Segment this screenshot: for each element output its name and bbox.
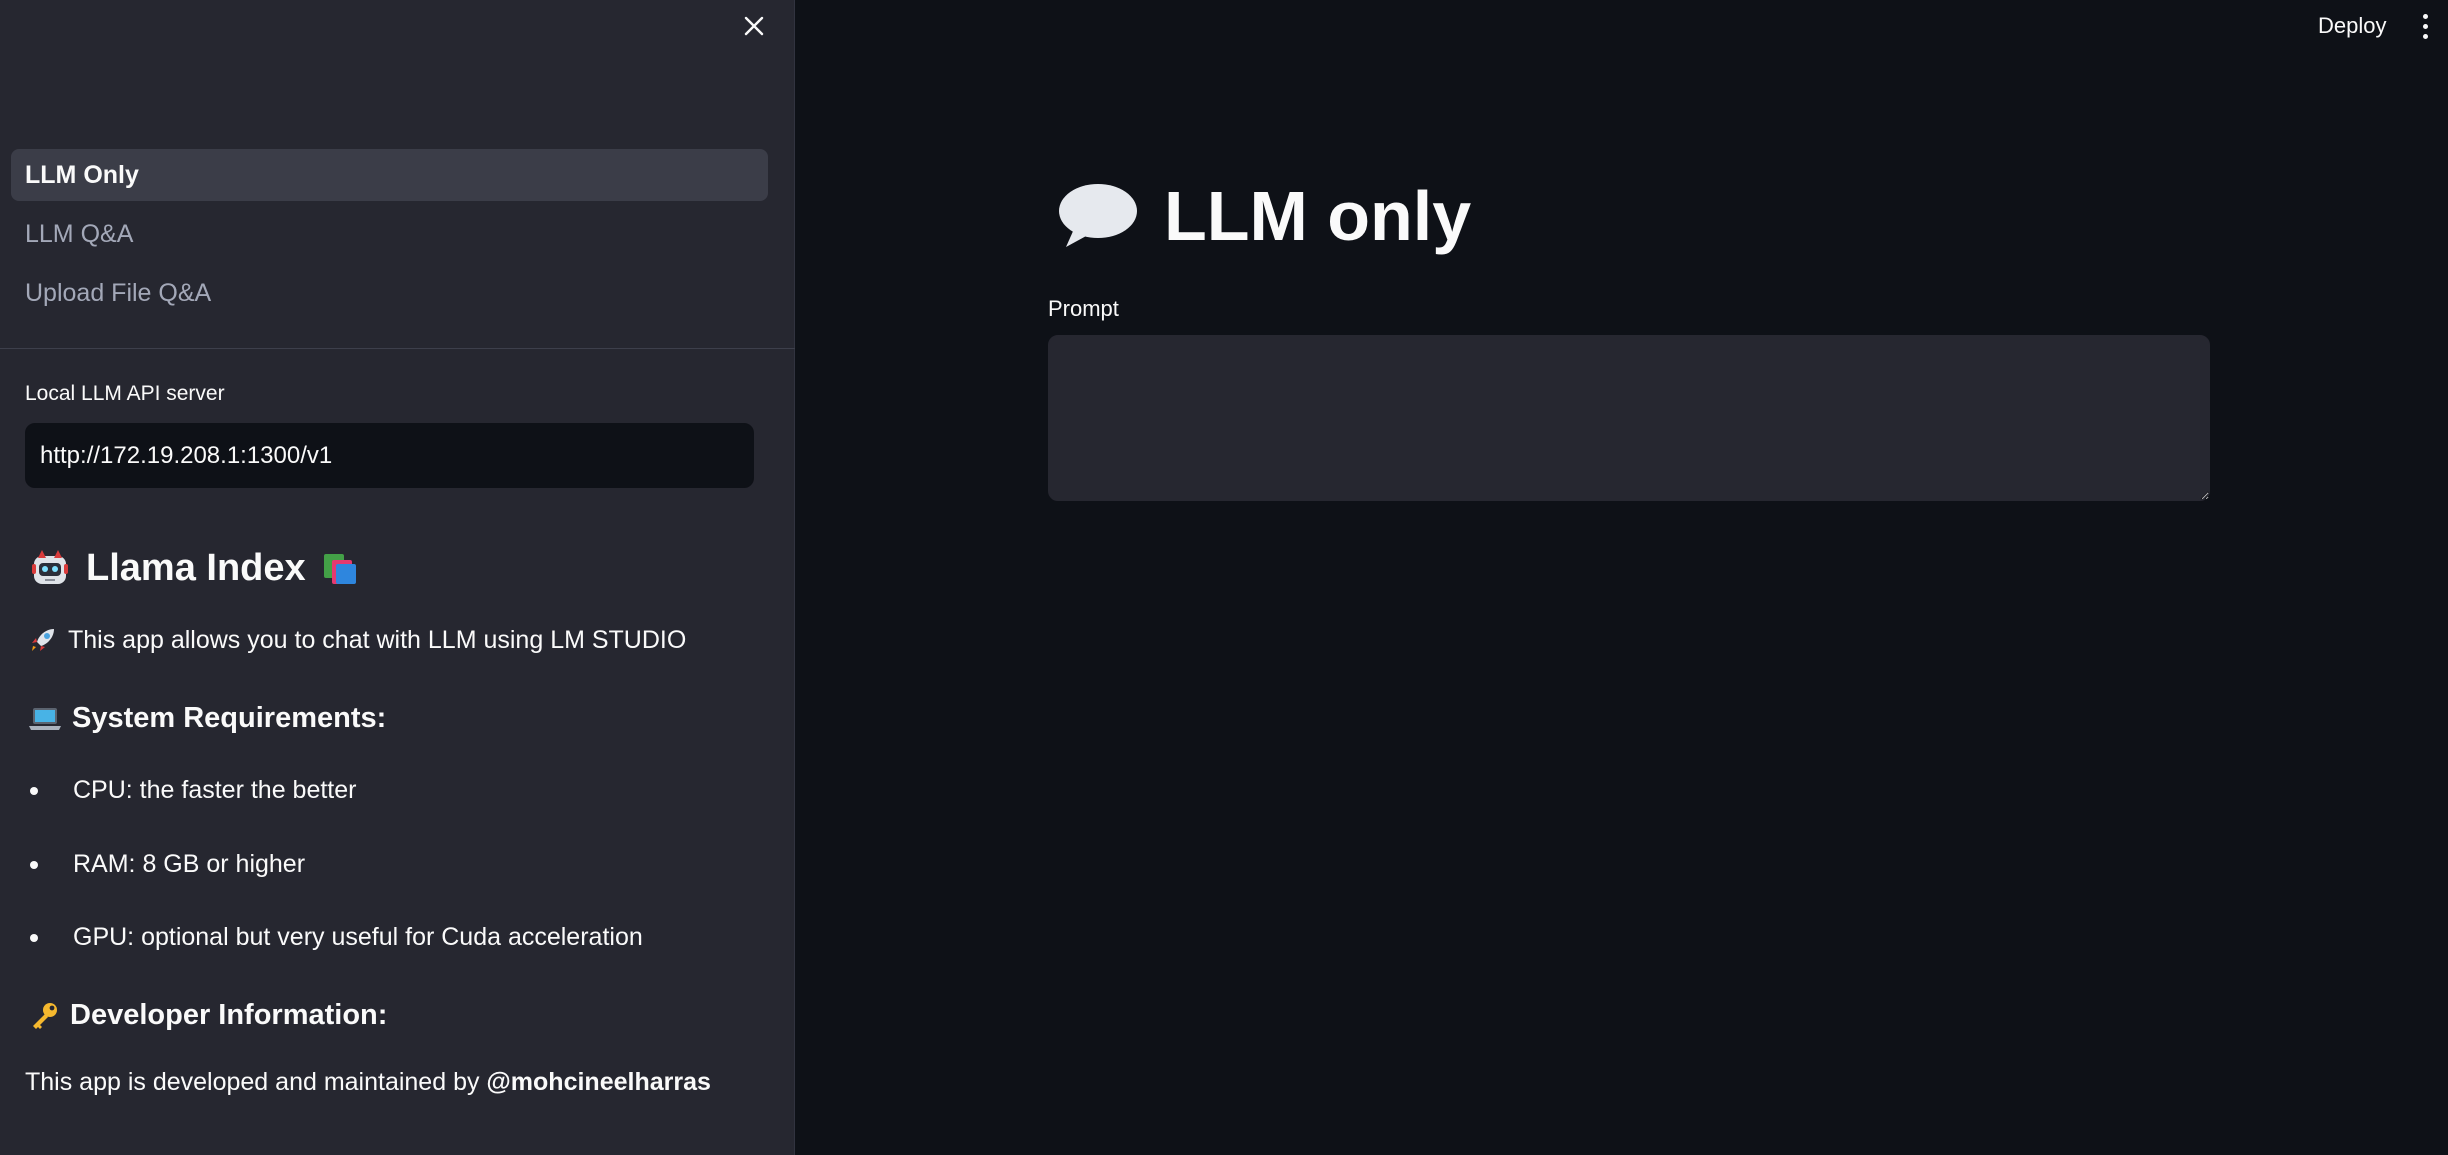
speech-bubble-icon — [1059, 184, 1137, 247]
sidebar: LLM Only LLM Q&A Upload File Q&A Local L… — [0, 0, 795, 1155]
kebab-dot — [2422, 13, 2428, 19]
bullet-dot — [30, 860, 38, 869]
requirement-item: CPU: the faster the better — [30, 776, 356, 805]
prompt-input[interactable] — [1048, 335, 2210, 501]
prompt-label: Prompt — [1048, 296, 1119, 321]
app-description: This app allows you to chat with LLM usi… — [28, 625, 686, 655]
server-url-input[interactable] — [25, 423, 754, 488]
laptop-icon — [29, 707, 61, 730]
robot-icon — [32, 550, 68, 584]
kebab-dot — [2422, 33, 2428, 39]
bullet-dot — [30, 933, 38, 942]
sidebar-divider — [0, 348, 795, 349]
requirement-item: GPU: optional but very useful for Cuda a… — [30, 923, 643, 952]
server-field-label: Local LLM API server — [25, 382, 225, 405]
rocket-icon — [32, 629, 54, 651]
developer-handle: @mohcineelharras — [486, 1068, 711, 1096]
deploy-button[interactable]: Deploy — [2306, 8, 2398, 44]
sidebar-heading: Llama Index — [28, 546, 360, 590]
close-icon — [744, 16, 764, 36]
sidebar-item-upload-file-qa[interactable]: Upload File Q&A — [11, 267, 768, 319]
sidebar-nav: LLM Only LLM Q&A Upload File Q&A — [11, 149, 768, 326]
requirement-text: CPU: the faster the better — [73, 776, 357, 804]
requirement-text: RAM: 8 GB or higher — [73, 850, 306, 878]
books-icon — [323, 554, 356, 584]
sidebar-item-llm-only[interactable]: LLM Only — [11, 149, 768, 201]
app-description-text: This app allows you to chat with LLM usi… — [68, 625, 687, 654]
close-sidebar-button[interactable] — [736, 8, 772, 44]
developer-heading: Developer Information: — [28, 999, 387, 1032]
bullet-dot — [30, 786, 38, 795]
kebab-dot — [2422, 23, 2428, 29]
key-icon — [33, 1002, 57, 1029]
requirements-heading: System Requirements: — [28, 702, 386, 735]
developer-line: This app is developed and maintained by … — [25, 1068, 711, 1097]
sidebar-heading-text: Llama Index — [86, 546, 306, 589]
requirement-item: RAM: 8 GB or higher — [30, 850, 305, 879]
main-menu-button[interactable] — [2414, 8, 2436, 44]
developer-text: This app is developed and maintained by — [25, 1068, 480, 1096]
requirement-text: GPU: optional but very useful for Cuda a… — [73, 923, 643, 951]
developer-heading-text: Developer Information: — [70, 999, 388, 1031]
requirements-heading-text: System Requirements: — [72, 702, 387, 734]
sidebar-item-llm-qa[interactable]: LLM Q&A — [11, 208, 768, 260]
page-title-text: LLM only — [1164, 177, 1472, 255]
app-root: LLM Only LLM Q&A Upload File Q&A Local L… — [0, 0, 2448, 1155]
page-title: LLM only — [1056, 176, 1471, 256]
